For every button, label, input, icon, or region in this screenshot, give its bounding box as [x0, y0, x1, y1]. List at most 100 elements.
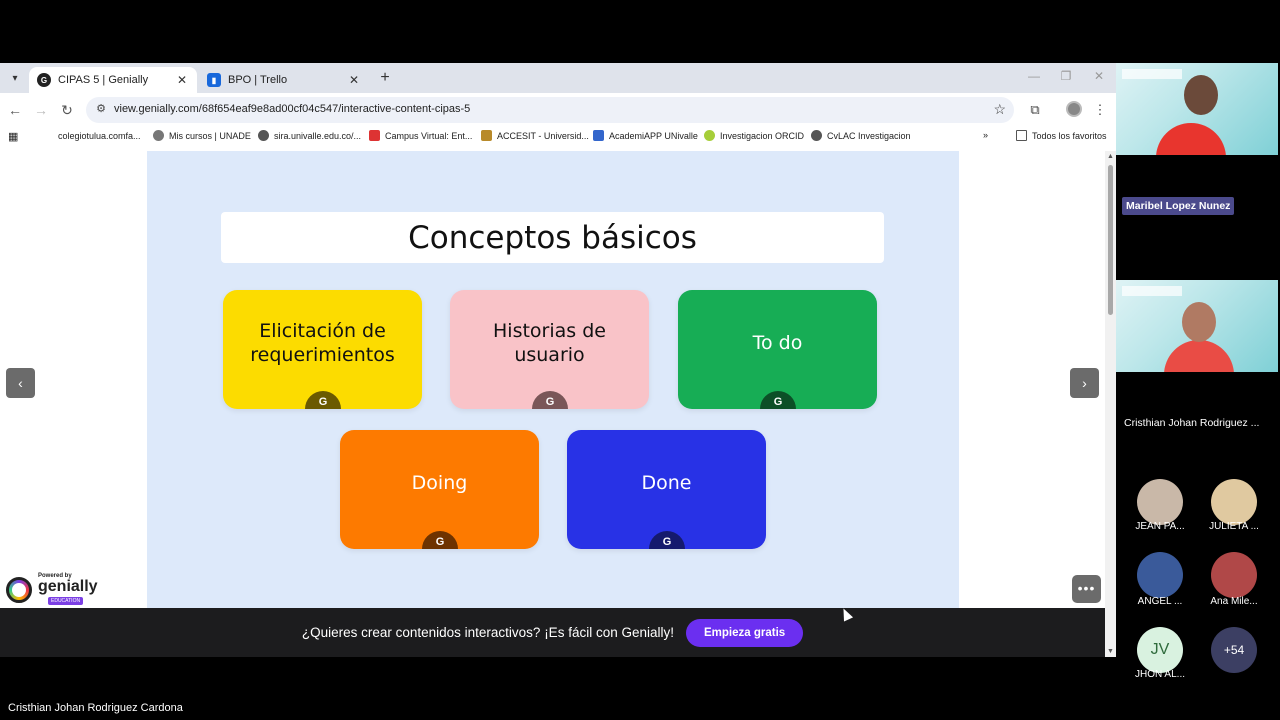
tab-search-icon[interactable]: ▾: [6, 69, 24, 87]
bookmark-label: AcademiAPP UNivalle: [609, 130, 698, 141]
genially-powered-logo[interactable]: Powered by genially EDUCATION: [6, 573, 98, 605]
card-label: Historias de usuario: [493, 319, 606, 366]
screen: ▾ G CIPAS 5 | Genially ✕ ▮ BPO | Trello …: [0, 0, 1280, 720]
card-done[interactable]: Done G: [567, 430, 766, 549]
tab-genially[interactable]: G CIPAS 5 | Genially ✕: [29, 67, 197, 93]
education-tag: EDUCATION: [48, 597, 84, 605]
forward-icon[interactable]: →: [32, 101, 50, 119]
tab-close-icon[interactable]: ✕: [347, 73, 361, 87]
extensions-icon[interactable]: ⧉: [1026, 101, 1044, 119]
bookmark-item[interactable]: Investigacion ORCID: [704, 130, 804, 141]
bookmark-item[interactable]: colegiotulua.comfa...: [42, 130, 141, 141]
card-historias[interactable]: Historias de usuario G: [450, 290, 649, 409]
card-label: Elicitación de requerimientos: [250, 319, 395, 366]
bookmark-item[interactable]: Mis cursos | UNADE: [153, 130, 251, 141]
scroll-up-icon[interactable]: ▲: [1107, 153, 1114, 160]
bookmark-favicon-icon: [593, 130, 604, 141]
genially-badge-icon: G: [649, 531, 685, 549]
participant-avatar[interactable]: [1137, 552, 1183, 598]
bookmark-label: CvLAC Investigacion: [827, 130, 911, 141]
bookmark-favicon-icon: [369, 130, 380, 141]
slide-title-box: Conceptos básicos: [221, 212, 884, 263]
next-slide-button[interactable]: ›: [1070, 368, 1099, 398]
tab-close-icon[interactable]: ✕: [175, 73, 189, 87]
card-todo[interactable]: To do G: [678, 290, 877, 409]
participant-avatar[interactable]: [1211, 479, 1257, 525]
participant-avatar[interactable]: [1211, 552, 1257, 598]
bookmark-label: ACCESIT - Universid...: [497, 130, 589, 141]
card-doing[interactable]: Doing G: [340, 430, 539, 549]
menu-kebab-icon[interactable]: ⋮: [1091, 101, 1109, 119]
restore-icon[interactable]: ❐: [1056, 69, 1076, 83]
new-tab-icon[interactable]: +: [376, 69, 394, 87]
start-free-button[interactable]: Empieza gratis: [686, 618, 804, 647]
participant-avatar[interactable]: JV: [1137, 627, 1183, 673]
participant-label: ANGEL ...: [1137, 596, 1183, 607]
apps-grid-icon[interactable]: ▦: [8, 130, 18, 143]
participant-body: [1156, 123, 1226, 155]
tab-strip: ▾ G CIPAS 5 | Genially ✕ ▮ BPO | Trello …: [0, 63, 1116, 93]
video-banner: [1122, 286, 1182, 296]
participant-label: JULIETA ...: [1209, 521, 1259, 532]
participant-video-maribel[interactable]: [1116, 63, 1278, 155]
card-label: Done: [641, 471, 692, 494]
bookmark-label: Investigacion ORCID: [720, 130, 805, 141]
genially-brand-text: genially: [38, 578, 98, 595]
orcid-icon: [704, 130, 715, 141]
participant-label: JEAN PA...: [1135, 521, 1185, 532]
more-bookmarks-icon[interactable]: »: [983, 130, 988, 140]
card-elicitacion[interactable]: Elicitación de requerimientos G: [223, 290, 422, 409]
all-bookmarks-label: Todos los favoritos: [1032, 130, 1107, 141]
all-bookmarks[interactable]: Todos los favoritos: [1016, 130, 1107, 141]
site-settings-icon[interactable]: ⚙: [94, 102, 108, 116]
participant-avatar[interactable]: [1137, 479, 1183, 525]
page-scrollbar[interactable]: ▲ ▼: [1105, 151, 1116, 657]
globe-icon: [811, 130, 822, 141]
bookmark-label: sira.univalle.edu.co/...: [274, 130, 362, 141]
genially-slide: Conceptos básicos Elicitación de requeri…: [147, 151, 959, 608]
bookmarks-bar: ▦ colegiotulua.comfa... Mis cursos | UNA…: [0, 127, 1116, 145]
bookmark-item[interactable]: Campus Virtual: Ent...: [369, 130, 472, 141]
genially-badge-icon: G: [305, 391, 341, 409]
bookmark-star-icon[interactable]: ☆: [993, 101, 1006, 118]
slide-title: Conceptos básicos: [408, 219, 697, 256]
bookmark-label: Mis cursos | UNADE: [169, 130, 251, 141]
scrollbar-thumb[interactable]: [1108, 165, 1113, 315]
participant-label: JHON AL...: [1134, 669, 1185, 680]
back-icon[interactable]: ←: [6, 101, 24, 119]
bookmark-favicon-icon: [258, 130, 269, 141]
address-bar[interactable]: ⚙ view.genially.com/68f654eaf9e8ad00cf04…: [86, 97, 1014, 123]
window-close-icon[interactable]: ✕: [1089, 69, 1109, 83]
trello-favicon-icon: ▮: [207, 73, 221, 87]
bookmark-label: colegiotulua.comfa...: [58, 130, 141, 141]
page-content: Conceptos básicos Elicitación de requeri…: [0, 151, 1105, 608]
profile-avatar[interactable]: [1066, 101, 1082, 117]
bookmark-item[interactable]: sira.univalle.edu.co/...: [258, 130, 361, 141]
card-label: To do: [752, 331, 803, 354]
url-text: view.genially.com/68f654eaf9e8ad00cf04c5…: [114, 103, 471, 115]
genially-badge-icon: G: [422, 531, 458, 549]
reload-icon[interactable]: ↻: [58, 101, 76, 119]
more-options-button[interactable]: •••: [1072, 575, 1101, 603]
participant-video-cristhian[interactable]: [1116, 280, 1278, 372]
presenter-name: Cristhian Johan Rodriguez Cardona: [8, 702, 183, 714]
participants-panel: Maribel Lopez Nunez Cristhian Johan Rodr…: [1116, 63, 1280, 680]
prev-slide-button[interactable]: ‹: [6, 368, 35, 398]
bookmark-item[interactable]: CvLAC Investigacion: [811, 130, 911, 141]
tab-trello[interactable]: ▮ BPO | Trello ✕: [199, 67, 369, 93]
tab-title: CIPAS 5 | Genially: [58, 74, 149, 86]
video-banner: [1122, 69, 1182, 79]
browser-toolbar: ← → ↻ ⚙ view.genially.com/68f654eaf9e8ad…: [0, 93, 1116, 127]
more-participants-button[interactable]: +54: [1211, 627, 1257, 673]
scroll-down-icon[interactable]: ▼: [1107, 648, 1114, 655]
card-label: Doing: [411, 471, 468, 494]
participant-head: [1182, 302, 1216, 342]
participant-name-cristhian: Cristhian Johan Rodriguez ...: [1124, 417, 1260, 429]
genially-favicon-icon: G: [37, 73, 51, 87]
minimize-icon[interactable]: —: [1024, 69, 1044, 83]
bookmark-item[interactable]: AcademiAPP UNivalle: [593, 130, 698, 141]
participant-label: Ana Mile...: [1210, 596, 1258, 607]
bookmark-item[interactable]: ACCESIT - Universid...: [481, 130, 589, 141]
participant-name-maribel: Maribel Lopez Nunez: [1122, 197, 1235, 215]
participant-body: [1164, 340, 1234, 372]
